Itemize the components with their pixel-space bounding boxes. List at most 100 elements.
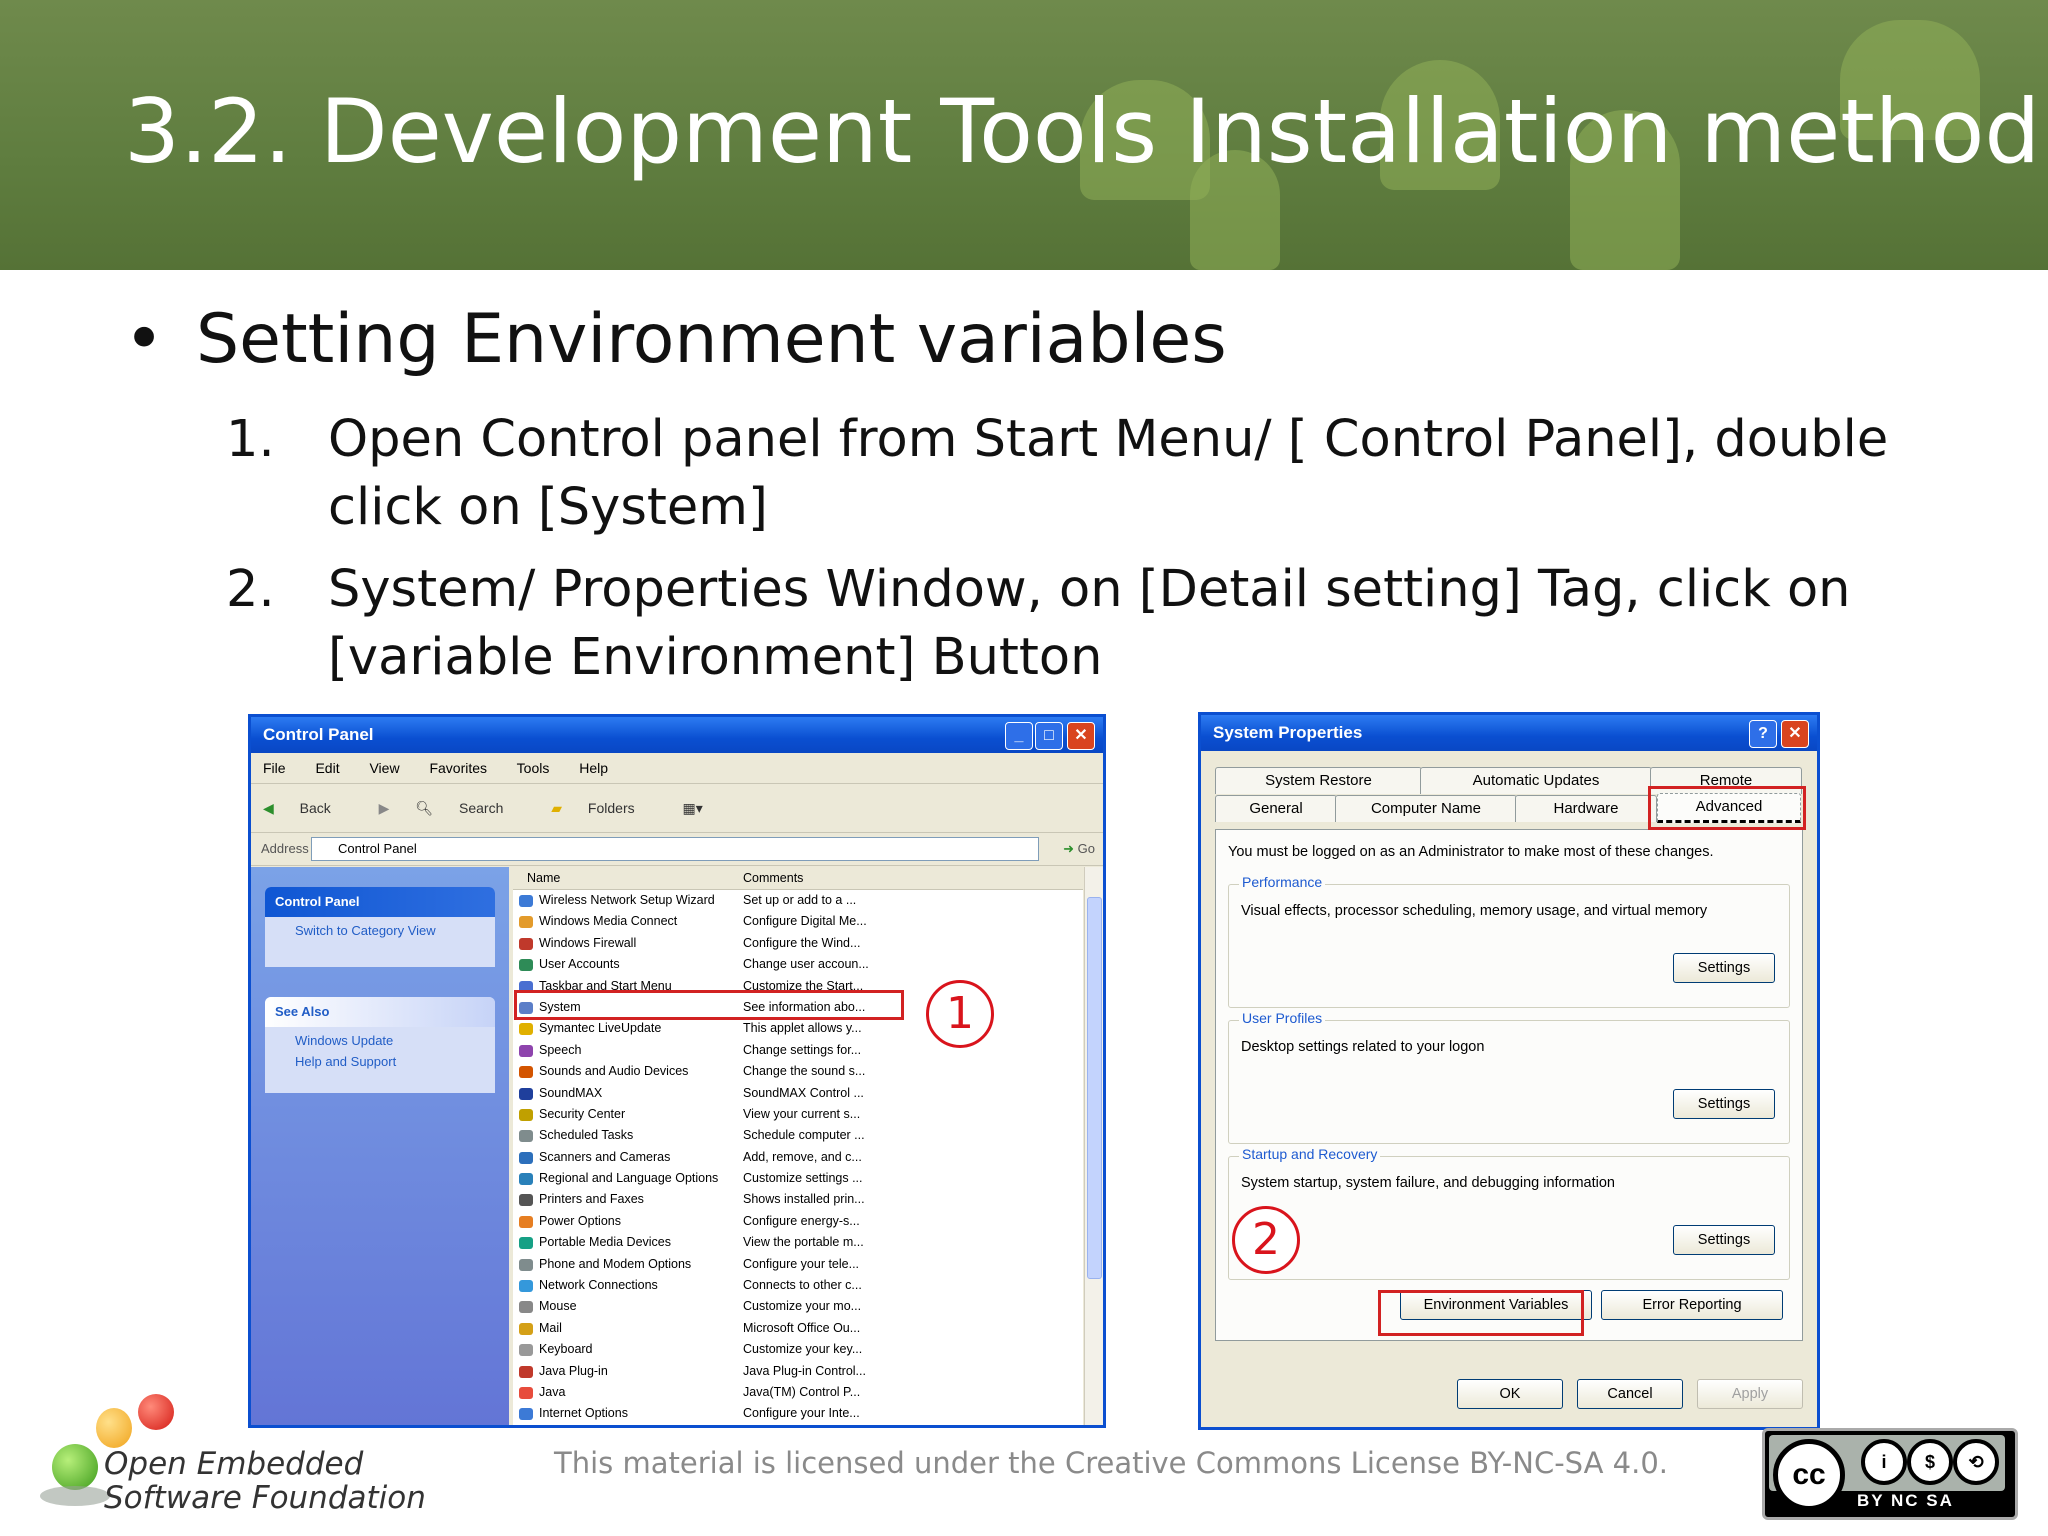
list-item[interactable]: Symantec LiveUpdate This applet allows y.… (513, 1018, 1083, 1039)
list-item[interactable]: Power Options Configure energy-s... (513, 1211, 1083, 1232)
item-name: User Accounts (539, 957, 620, 972)
menu-bar: File Edit View Favorites Tools Help (251, 753, 1103, 784)
error-reporting-button[interactable]: Error Reporting (1601, 1290, 1783, 1320)
performance-group: Performance Visual effects, processor sc… (1228, 874, 1790, 1008)
item-comment: Configure energy-s... (743, 1213, 860, 1228)
menu-view[interactable]: View (369, 760, 399, 776)
list-item[interactable]: Portable Media Devices View the portable … (513, 1232, 1083, 1253)
forward-arrow-icon[interactable]: ▶ (379, 800, 390, 816)
help-button[interactable]: ? (1749, 720, 1777, 748)
folder-icon: ▰ (551, 800, 566, 816)
control-panel-item-icon (519, 1023, 533, 1036)
item-comment: Customize your mo... (743, 1299, 862, 1314)
ok-button[interactable]: OK (1457, 1379, 1563, 1409)
list-item[interactable]: Java Java(TM) Control P... (513, 1382, 1083, 1403)
bullet-dot: • (124, 300, 165, 379)
minimize-button[interactable]: _ (1005, 722, 1033, 750)
cancel-button[interactable]: Cancel (1577, 1379, 1683, 1409)
switch-category-view-link[interactable]: Switch to Category View (265, 917, 495, 944)
performance-settings-button[interactable]: Settings (1673, 953, 1775, 983)
list-item[interactable]: Scanners and Cameras Add, remove, and c..… (513, 1147, 1083, 1168)
windows-update-link[interactable]: Windows Update (265, 1027, 495, 1054)
tab-general[interactable]: General (1215, 795, 1337, 822)
menu-help[interactable]: Help (579, 760, 608, 776)
control-panel-item-icon (519, 1386, 533, 1399)
control-panel-item-icon (519, 1280, 533, 1293)
user-profiles-group: User Profiles Desktop settings related t… (1228, 1010, 1790, 1144)
list-item[interactable]: Windows Firewall Configure the Wind... (513, 933, 1083, 954)
list-item[interactable]: Security Center View your current s... (513, 1104, 1083, 1125)
user-profiles-settings-button[interactable]: Settings (1673, 1089, 1775, 1119)
close-button[interactable]: ✕ (1781, 720, 1809, 748)
item-name: Windows Firewall (539, 935, 637, 950)
item-name: Symantec LiveUpdate (539, 1021, 662, 1036)
views-icon[interactable]: ▦▾ (683, 800, 703, 816)
back-button[interactable]: ◀ Back (263, 800, 353, 816)
folders-button[interactable]: ▰ Folders (551, 800, 656, 816)
tab-system-restore[interactable]: System Restore (1215, 767, 1422, 794)
list-item[interactable]: Regional and Language Options Customize s… (513, 1168, 1083, 1189)
tab-hardware[interactable]: Hardware (1515, 795, 1657, 822)
list-item[interactable]: Keyboard Customize your key... (513, 1339, 1083, 1360)
item-comment: Set up or add to a ... (743, 893, 857, 907)
item-comment: Java(TM) Control P... (743, 1384, 861, 1399)
group-label: Performance (1239, 874, 1326, 890)
step-text: Open Control panel from Start Menu/ [ Co… (328, 410, 1889, 537)
annotation-2: 2 (1232, 1206, 1300, 1274)
group-description: System startup, system failure, and debu… (1241, 1175, 1615, 1191)
tab-automatic-updates[interactable]: Automatic Updates (1420, 767, 1652, 794)
startup-recovery-settings-button[interactable]: Settings (1673, 1225, 1775, 1255)
list-item[interactable]: SoundMAX SoundMAX Control ... (513, 1083, 1083, 1104)
column-name[interactable]: Name (527, 867, 747, 889)
list-item[interactable]: Mouse Customize your mo... (513, 1296, 1083, 1317)
admin-note: You must be logged on as an Administrato… (1228, 844, 1714, 860)
help-support-link[interactable]: Help and Support (265, 1054, 495, 1075)
scrollbar-thumb[interactable] (1087, 897, 1102, 1279)
control-panel-item-icon (519, 1408, 533, 1421)
item-comment: Customize settings ... (743, 1171, 863, 1186)
menu-file[interactable]: File (263, 760, 286, 776)
menu-favorites[interactable]: Favorites (429, 760, 487, 776)
list-item[interactable]: Java Plug-in Java Plug-in Control... (513, 1361, 1083, 1382)
column-comments[interactable]: Comments (743, 867, 883, 889)
control-panel-item-icon (519, 937, 533, 950)
item-comment: Configure your tele... (743, 1256, 860, 1271)
maximize-button[interactable]: □ (1035, 722, 1063, 750)
item-name: Java Plug-in (539, 1363, 608, 1378)
list-item[interactable]: Mail Microsoft Office Ou... (513, 1318, 1083, 1339)
go-button[interactable]: ➜ Go (1063, 833, 1095, 865)
item-comment: Change settings for... (743, 1042, 862, 1057)
control-panel-item-icon (519, 1301, 533, 1314)
menu-tools[interactable]: Tools (517, 760, 550, 776)
apply-button[interactable]: Apply (1697, 1379, 1803, 1409)
environment-variables-highlight (1378, 1290, 1584, 1336)
list-item[interactable]: Phone and Modem Options Configure your te… (513, 1254, 1083, 1275)
list-item[interactable]: Speech Change settings for... (513, 1040, 1083, 1061)
control-panel-item-icon (519, 1215, 533, 1228)
list-item[interactable]: Sounds and Audio Devices Change the sound… (513, 1061, 1083, 1082)
control-panel-item-icon (519, 895, 533, 907)
close-button[interactable]: ✕ (1067, 722, 1095, 750)
item-comment: Connects to other c... (743, 1278, 862, 1293)
list-item[interactable]: Printers and Faxes Shows installed prin..… (513, 1189, 1083, 1210)
list-item[interactable]: Windows Media Connect Configure Digital M… (513, 911, 1083, 932)
task-pane: Control Panel Switch to Category View Se… (251, 867, 509, 1425)
vertical-scrollbar[interactable] (1084, 867, 1103, 1425)
bullet-text: Setting Environment variables (196, 300, 1227, 379)
step-number: 2. (226, 560, 275, 619)
item-name: Printers and Faxes (539, 1192, 644, 1207)
item-comment: Change user accoun... (743, 957, 869, 972)
list-header: Name Comments (513, 867, 1083, 890)
item-comment: Change the sound s... (743, 1064, 866, 1079)
search-button[interactable]: 🔍︎ Search (415, 800, 525, 816)
list-item[interactable]: Wireless Network Setup Wizard Set up or a… (513, 890, 1083, 911)
list-item[interactable]: Internet Options Configure your Inte... (513, 1403, 1083, 1424)
list-item[interactable]: Scheduled Tasks Schedule computer ... (513, 1125, 1083, 1146)
address-field[interactable]: Control Panel (311, 837, 1039, 861)
back-arrow-icon: ◀ (263, 800, 278, 816)
list-item[interactable]: Network Connections Connects to other c..… (513, 1275, 1083, 1296)
list-item[interactable]: User Accounts Change user accoun... (513, 954, 1083, 975)
menu-edit[interactable]: Edit (315, 760, 339, 776)
control-panel-item-icon (519, 1194, 533, 1207)
tab-computer-name[interactable]: Computer Name (1335, 795, 1517, 822)
